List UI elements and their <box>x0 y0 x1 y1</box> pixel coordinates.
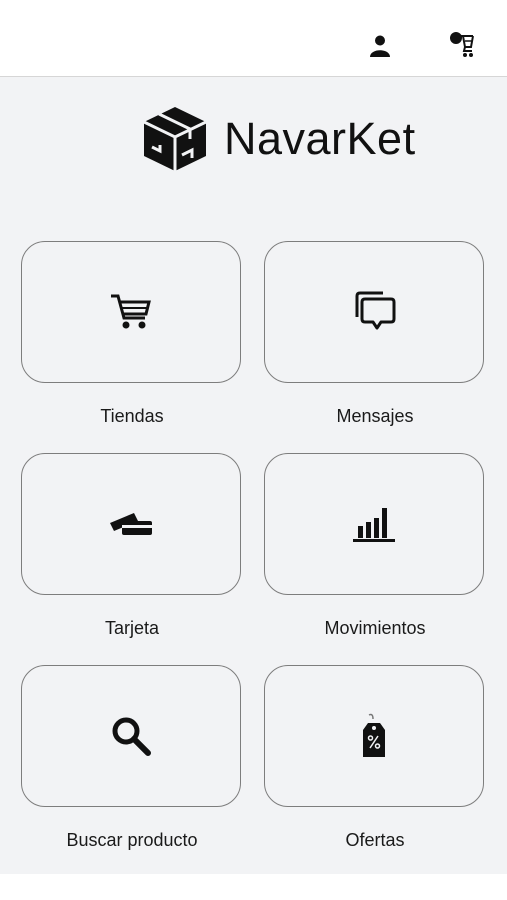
user-icon <box>370 35 390 57</box>
bottom-strip <box>0 874 507 900</box>
brand-name: NavarKet <box>224 113 416 164</box>
tile-label-mensajes: Mensajes <box>336 406 414 426</box>
cart-button[interactable] <box>443 28 477 62</box>
tile-tiendas[interactable] <box>21 241 241 383</box>
tile-label-buscar-producto: Buscar producto <box>66 830 198 850</box>
top-bar <box>0 0 507 77</box>
magnifier-icon <box>112 717 151 756</box>
tile-movimientos[interactable] <box>264 453 484 595</box>
tile-label-tiendas: Tiendas <box>100 406 164 426</box>
tile-label-tarjeta: Tarjeta <box>104 618 160 638</box>
cart-icon <box>450 32 474 57</box>
tile-label-movimientos: Movimientos <box>324 618 426 638</box>
bar-chart-icon <box>353 508 395 542</box>
cards-icon <box>110 513 152 535</box>
tile-tarjeta[interactable] <box>21 453 241 595</box>
tile-ofertas[interactable] <box>264 665 484 807</box>
shopping-cart-icon <box>111 294 151 329</box>
chat-bubbles-icon <box>355 291 396 330</box>
tile-mensajes[interactable] <box>264 241 484 383</box>
tile-buscar-producto[interactable] <box>21 665 241 807</box>
tile-label-ofertas: Ofertas <box>345 830 405 850</box>
price-tag-icon <box>363 713 385 757</box>
profile-button[interactable] <box>363 28 397 62</box>
cube-box-icon <box>143 107 207 171</box>
brand-logo: NavarKet <box>142 104 416 174</box>
